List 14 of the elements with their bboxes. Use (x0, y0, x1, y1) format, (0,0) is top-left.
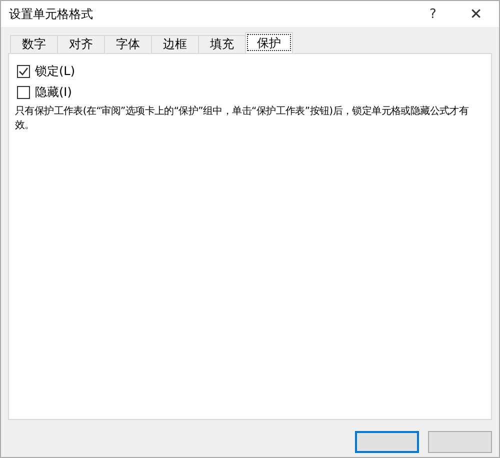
tab[interactable]: 字体 (104, 35, 152, 53)
window-title: 设置单元格格式 (9, 6, 94, 22)
info-text: 只有保护工作表(在“审阅”选项卡上的“保护”组中，单击“保护工作表”按钮)后，锁定单元格或隐藏公式才有效。 (14, 105, 470, 133)
tab[interactable]: 数字 (10, 35, 58, 53)
tab[interactable]: 保护 (245, 32, 293, 53)
tab[interactable]: 填充 (198, 35, 246, 53)
checkbox[interactable] (17, 64, 30, 78)
checkbox-label: 锁定(L) (35, 62, 76, 80)
dialog-button[interactable] (355, 431, 419, 453)
checkbox[interactable] (17, 86, 30, 98)
help-button[interactable]: ? (413, 1, 453, 27)
tab[interactable]: 对齐 (57, 35, 105, 53)
close-button[interactable]: ✕ (453, 1, 499, 27)
checkbox-label: 隐藏(I) (35, 84, 72, 100)
